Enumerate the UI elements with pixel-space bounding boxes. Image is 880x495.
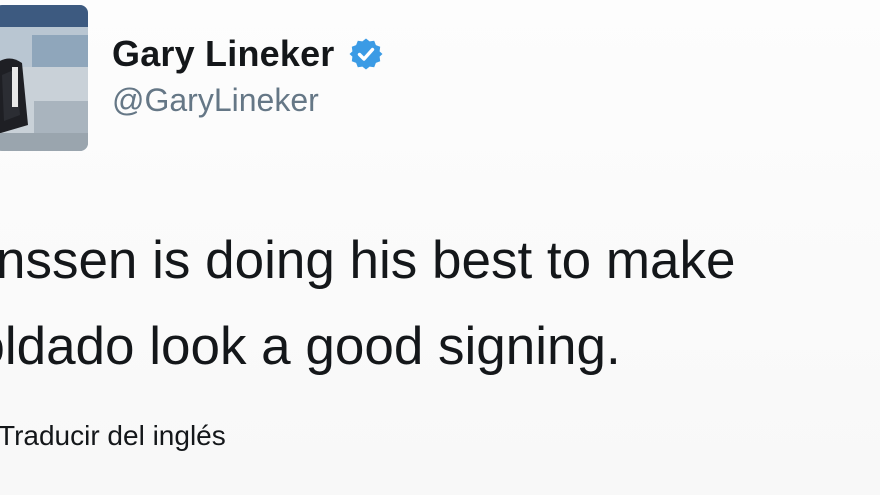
author-name[interactable]: Gary Lineker [112,33,335,75]
author-handle[interactable]: @GaryLineker [112,82,319,119]
tweet-card: Gary Lineker @GaryLineker Janssen is doi… [0,0,880,495]
tweet-text-line: Janssen is doing his best to make [0,231,736,290]
tweet-text-line: Soldado look a good signing. [0,317,621,376]
tweet-text: Janssen is doing his best to make Soldad… [0,218,880,390]
avatar-photo [0,5,88,151]
verified-badge-icon [349,37,383,71]
author-row: Gary Lineker [112,30,383,78]
user-avatar[interactable] [0,5,88,151]
translate-tweet-link[interactable]: Traducir del inglés [0,420,226,452]
